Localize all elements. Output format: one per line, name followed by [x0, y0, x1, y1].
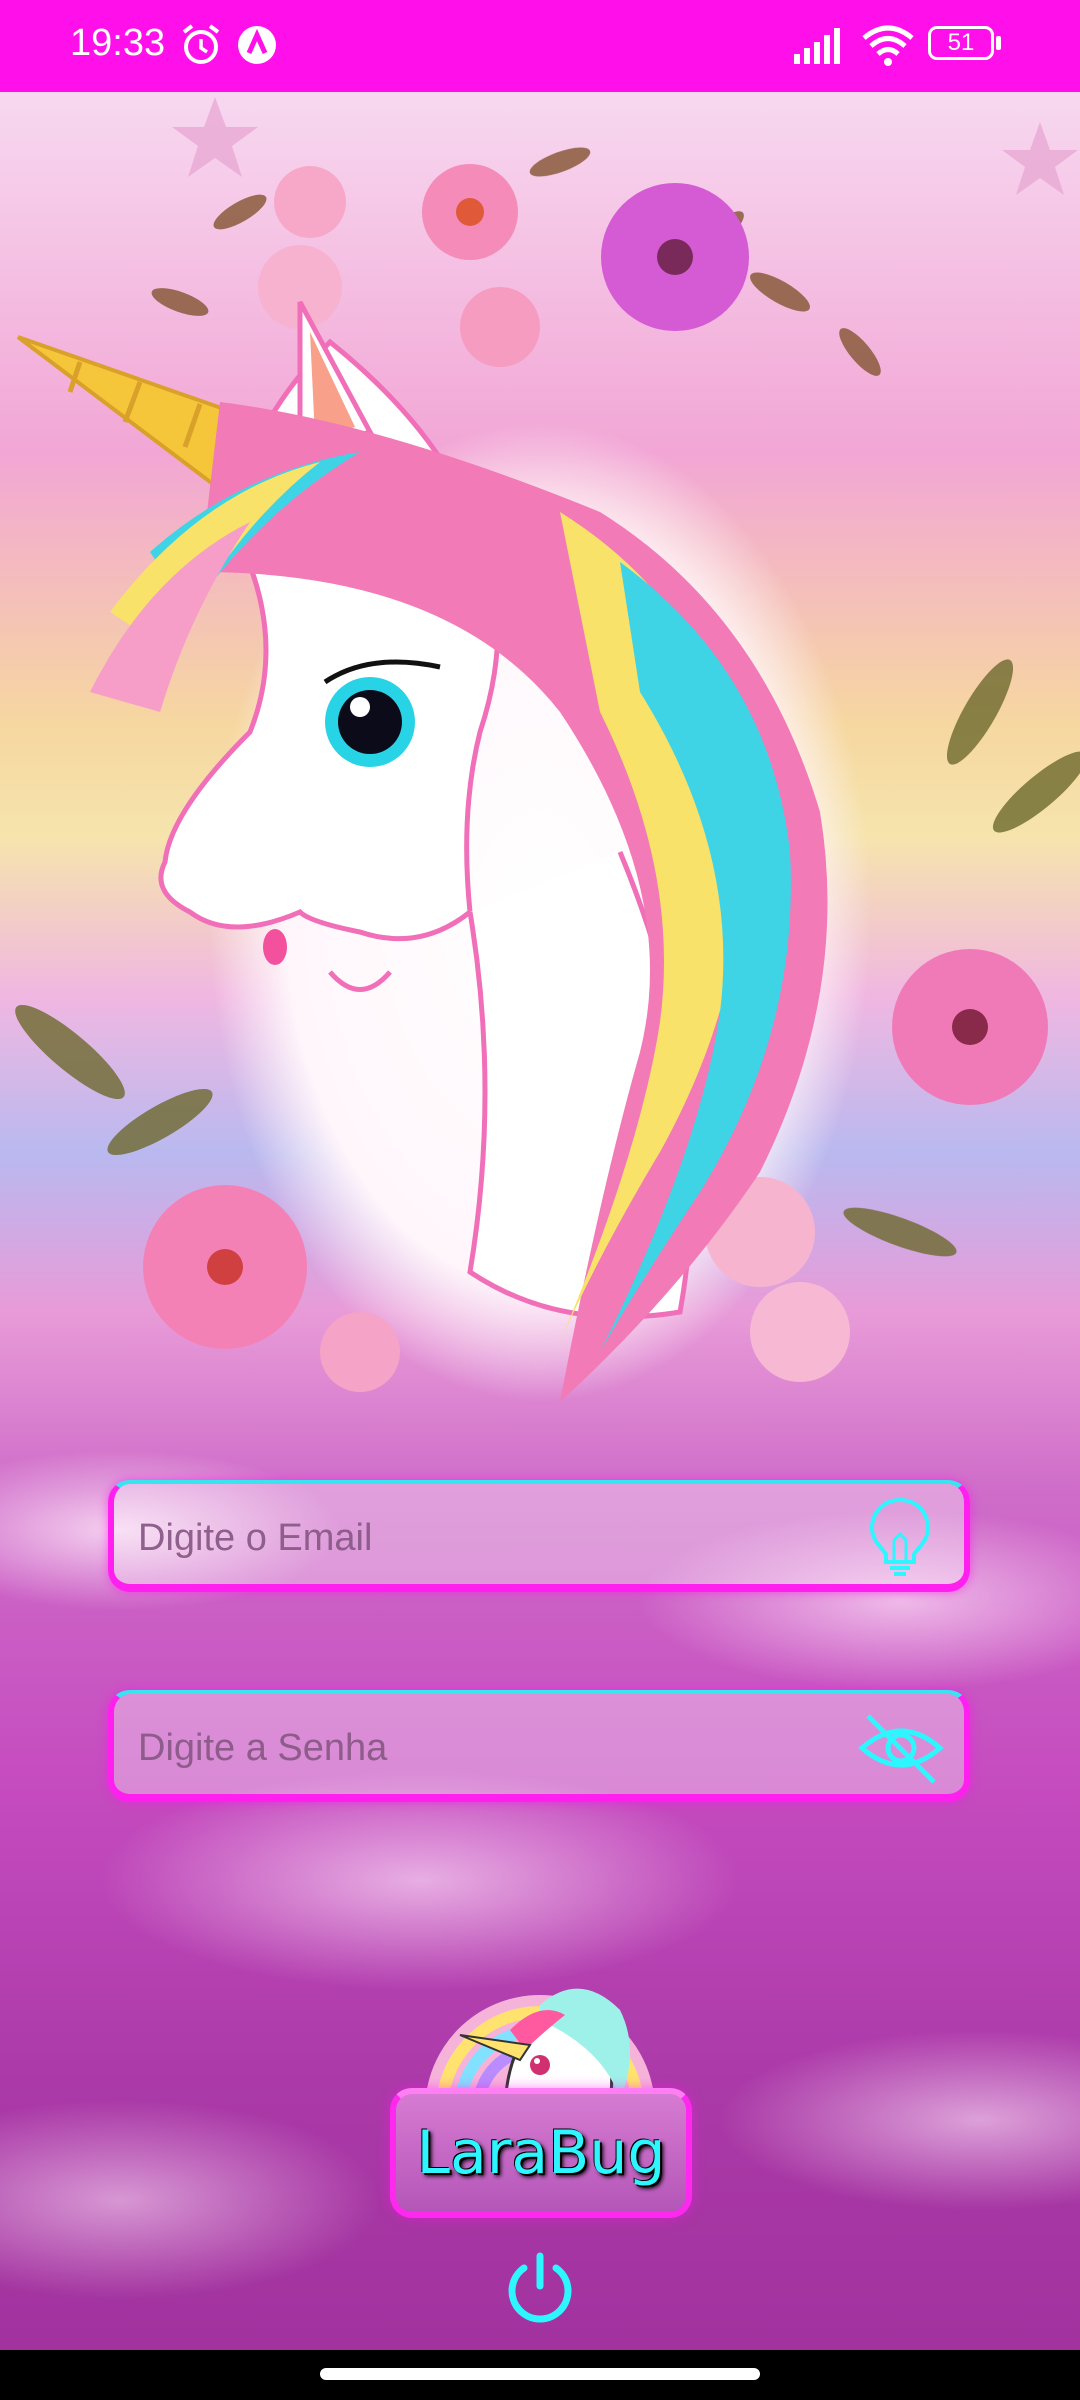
eye-off-icon[interactable] [856, 1704, 946, 1790]
status-bar: 19:33 51 [0, 0, 1080, 92]
star-icon [1002, 122, 1078, 195]
signal-icon [794, 28, 840, 64]
status-time: 19:33 [70, 22, 166, 64]
app-notification-icon [238, 26, 276, 64]
larabug-label: LaraBug [416, 2118, 666, 2188]
wifi-icon [862, 25, 914, 66]
power-icon[interactable] [500, 2250, 580, 2330]
password-field[interactable] [108, 1690, 970, 1802]
email-input[interactable] [136, 1502, 840, 1574]
navigation-bar [0, 2350, 1080, 2400]
battery-level: 51 [947, 29, 975, 56]
email-field[interactable] [108, 1480, 970, 1592]
battery-icon: 51 [928, 26, 1004, 64]
lightbulb-icon[interactable] [862, 1494, 938, 1580]
alarm-icon [182, 24, 220, 64]
larabug-button[interactable]: LaraBug [390, 2088, 692, 2218]
password-input[interactable] [136, 1712, 840, 1784]
star-icon [172, 97, 258, 177]
unicorn-illustration [15, 97, 1080, 1402]
home-indicator[interactable] [320, 2368, 760, 2380]
